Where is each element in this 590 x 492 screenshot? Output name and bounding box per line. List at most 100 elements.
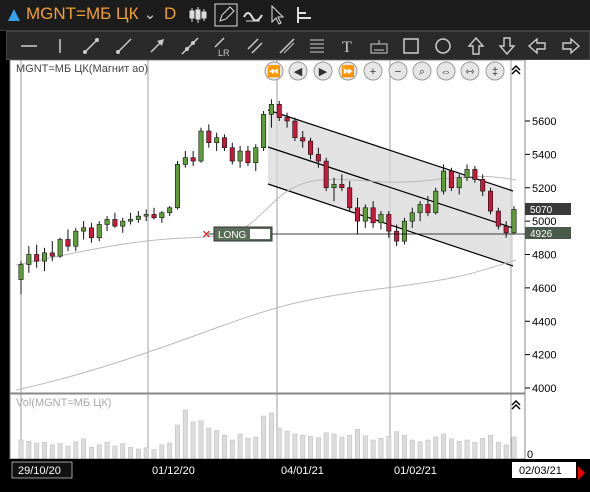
candle-body[interactable] (57, 239, 63, 257)
ray-icon[interactable] (115, 37, 133, 55)
candle-body[interactable] (88, 227, 94, 239)
cancel-order-icon[interactable]: × (202, 226, 211, 243)
fast-forward-icon[interactable]: ⏩ (338, 61, 358, 81)
ticker-label[interactable]: MGNT=МБ ЦК (26, 4, 139, 24)
candle-body[interactable] (26, 254, 32, 265)
play-icon[interactable]: ▶ (313, 61, 333, 81)
candle-body[interactable] (268, 104, 274, 115)
candle-body[interactable] (65, 239, 71, 247)
candle-body[interactable] (495, 210, 501, 227)
ellipse-icon[interactable] (434, 37, 452, 55)
candle-body[interactable] (448, 170, 454, 189)
fast-backward-icon[interactable]: ⏪ (264, 61, 284, 81)
candle-body[interactable] (362, 207, 368, 222)
parallel-lines-icon[interactable] (246, 37, 264, 55)
candle-body[interactable] (253, 147, 259, 164)
candle-body[interactable] (480, 179, 486, 192)
candle-body[interactable] (323, 160, 329, 189)
candle-body[interactable] (339, 184, 345, 189)
arrow-up-icon[interactable] (467, 36, 485, 56)
candle-body[interactable] (456, 177, 462, 189)
candle-body[interactable] (347, 187, 353, 209)
regression-line-icon[interactable]: LR (212, 35, 234, 57)
candle-body[interactable] (34, 254, 40, 262)
candle-body[interactable] (370, 207, 376, 224)
trendline-icon[interactable] (82, 37, 100, 55)
candle-body[interactable] (175, 164, 181, 209)
candle-body[interactable] (206, 130, 212, 143)
price-chart[interactable]: 4000 4200 4400 4600 4800 5000 5200 5400 5600 × L… (6, 59, 590, 487)
candle-body[interactable] (284, 117, 290, 122)
candle-body[interactable] (394, 230, 400, 242)
candle-body[interactable] (331, 184, 337, 189)
expand-icon[interactable]: ⇿ (460, 61, 480, 81)
candle-body[interactable] (151, 214, 157, 219)
candle-body[interactable] (214, 137, 220, 143)
candle-body[interactable] (128, 219, 134, 222)
candle-body[interactable] (41, 252, 47, 262)
candle-body[interactable] (386, 214, 392, 232)
arrow-down-icon[interactable] (498, 36, 516, 56)
candle-body[interactable] (73, 230, 79, 247)
link-wave-icon[interactable] (242, 5, 264, 25)
candle-body[interactable] (198, 130, 204, 162)
zoom-out-icon[interactable]: − (388, 61, 408, 81)
candle-body[interactable] (159, 212, 165, 219)
candle-body[interactable] (49, 252, 55, 257)
cursor-icon[interactable] (270, 4, 286, 26)
fibonacci-icon[interactable] (308, 37, 326, 55)
candle-body[interactable] (378, 214, 384, 224)
candle-body[interactable] (120, 220, 126, 227)
arrow-icon[interactable] (148, 37, 166, 55)
interval-label[interactable]: D (164, 4, 176, 24)
candle-body[interactable] (18, 264, 24, 280)
candle-body[interactable] (135, 215, 141, 220)
candle-body[interactable] (143, 214, 149, 217)
cursor-settings-icon[interactable] (294, 5, 314, 25)
candle-body[interactable] (401, 220, 407, 242)
candle-body[interactable] (112, 219, 118, 227)
candle-body[interactable] (182, 157, 188, 165)
candle-body[interactable] (190, 157, 196, 162)
keyboard-icon[interactable] (369, 37, 389, 55)
candle-body[interactable] (229, 147, 235, 162)
rectangle-icon[interactable] (402, 37, 420, 55)
candle-body[interactable] (104, 219, 110, 225)
zoom-fit-icon[interactable]: ⌕ (412, 61, 432, 81)
candle-body[interactable] (503, 225, 509, 234)
candle-body[interactable] (464, 169, 470, 179)
candle-body[interactable] (276, 104, 282, 118)
candle-body[interactable] (167, 207, 173, 214)
compress-icon[interactable]: ⇔ (436, 61, 456, 81)
candle-body[interactable] (245, 150, 251, 164)
arrow-right-icon[interactable] (559, 37, 581, 55)
text-icon[interactable]: T (339, 36, 357, 56)
candle-body[interactable] (261, 114, 267, 149)
candles-icon[interactable] (188, 5, 208, 25)
candle-body[interactable] (417, 204, 423, 214)
candle-body[interactable] (354, 207, 360, 222)
candle-body[interactable] (221, 137, 227, 148)
vertical-line-icon[interactable] (52, 38, 68, 54)
step-backward-icon[interactable]: ◀ (288, 61, 308, 81)
chevron-down-icon[interactable]: ⌄ (139, 4, 161, 26)
zoom-in-icon[interactable]: + (363, 61, 383, 81)
candle-body[interactable] (308, 140, 314, 155)
candle-body[interactable] (300, 137, 306, 142)
candle-body[interactable] (472, 169, 478, 180)
chart-panel[interactable]: 4000 4200 4400 4600 4800 5000 5200 5400 5600 × L… (6, 59, 590, 487)
andrews-pitchfork-icon[interactable] (278, 37, 296, 55)
candle-body[interactable] (292, 120, 298, 138)
arrow-left-icon[interactable] (527, 37, 547, 55)
candle-body[interactable] (511, 209, 517, 234)
horizontal-line-icon[interactable] (19, 38, 39, 54)
candle-body[interactable] (315, 154, 321, 162)
candle-body[interactable] (237, 150, 243, 162)
candle-body[interactable] (425, 204, 431, 214)
candle-body[interactable] (441, 170, 447, 192)
candle-body[interactable] (96, 224, 102, 239)
draw-pencil-icon[interactable] (214, 3, 238, 27)
candle-body[interactable] (433, 190, 439, 214)
candle-body[interactable] (81, 227, 87, 232)
candle-body[interactable] (488, 190, 494, 212)
